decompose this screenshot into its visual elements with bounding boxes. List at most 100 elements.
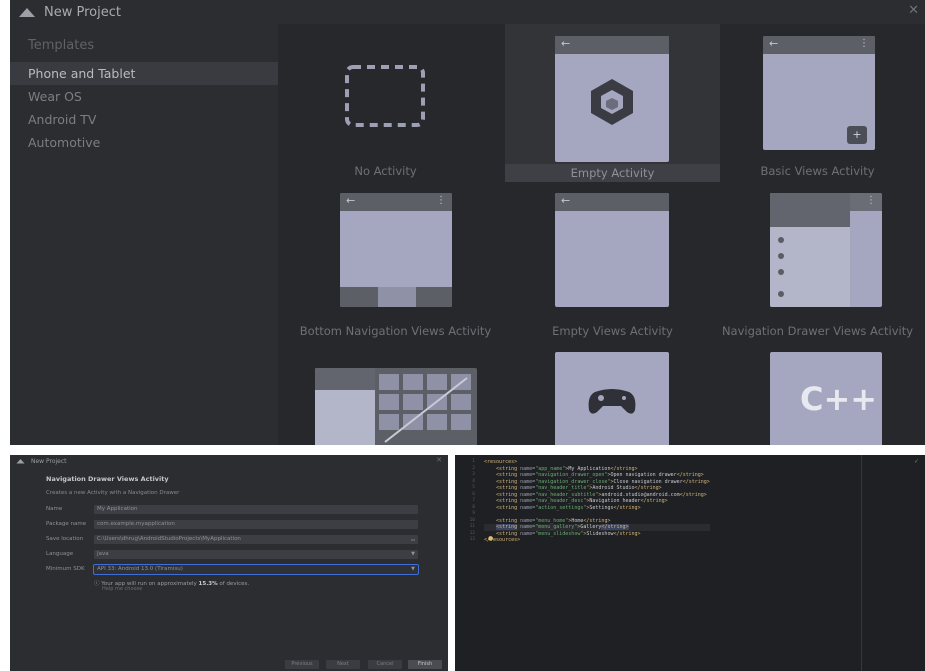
xml-tag: </string> — [613, 504, 641, 511]
xml-tag: </string> — [610, 465, 638, 472]
check-icon: ✓ — [913, 458, 919, 465]
new-project-window: New Project ✕ Templates Phone and Tablet… — [10, 0, 925, 445]
xml-tag: <string — [496, 504, 518, 511]
string-value: Settings — [589, 504, 614, 511]
right-margin-guide — [861, 455, 862, 671]
line-number: 13 — [469, 537, 475, 542]
title-bar: New Project ✕ — [10, 0, 925, 24]
dialog-description: Creates a new Activity with a Navigation… — [46, 490, 180, 496]
category-android-tv[interactable]: Android TV — [10, 108, 278, 131]
code-area[interactable]: <resources> <string name="app_name">My A… — [484, 459, 710, 544]
more-icon: ⋮ — [866, 195, 876, 206]
android-studio-icon — [16, 459, 25, 464]
category-automotive[interactable]: Automotive — [10, 131, 278, 154]
min-sdk-select[interactable]: API 33: Android 13.0 (Tiramisu) ▼ — [93, 564, 419, 575]
template-empty-activity[interactable]: ← Empty Activity — [505, 24, 720, 182]
back-arrow-icon: ← — [769, 37, 779, 50]
language-value: Java — [97, 551, 109, 557]
xml-tag: </string> — [583, 517, 611, 524]
xml-tag: <string — [496, 472, 518, 478]
category-phone-tablet[interactable]: Phone and Tablet — [10, 62, 278, 85]
tablet-preview — [315, 368, 477, 445]
xml-attr: name= — [517, 498, 536, 504]
lightbulb-icon[interactable]: ● — [488, 535, 493, 542]
phone-preview: ← ⋮ — [340, 193, 452, 307]
xml-attr-value: "nav_header_desc" — [535, 498, 587, 504]
category-wear-os[interactable]: Wear OS — [10, 85, 278, 108]
grid-expand-icon — [379, 374, 471, 443]
compose-logo-icon — [591, 79, 633, 125]
xml-attr-value: "nav_header_subtitle" — [535, 491, 599, 498]
xml-attr: name= — [517, 472, 536, 478]
folder-icon[interactable]: ▭ — [411, 536, 415, 545]
code-line: </resources> — [484, 537, 710, 544]
location-field[interactable]: C:\Users\dhrug\AndroidStudioProjects\MyA… — [94, 535, 418, 544]
xml-attr-value: "navigation_drawer_close" — [535, 478, 611, 485]
xml-tag: <string — [496, 517, 518, 524]
min-sdk-label: Minimum SDK — [46, 566, 85, 572]
close-icon[interactable]: ✕ — [436, 456, 442, 464]
close-icon[interactable]: ✕ — [908, 3, 919, 18]
gamepad-icon — [588, 389, 636, 414]
coverage-percent: 15.3% — [198, 581, 218, 587]
template-label: No Activity — [354, 164, 417, 178]
new-project-dialog: New Project ✕ Navigation Drawer Views Ac… — [10, 455, 448, 671]
template-navigation-drawer[interactable]: ⋮ Navigation Drawer Views Activity — [710, 189, 925, 344]
xml-tag: <string — [496, 465, 518, 472]
template-game-activity[interactable] — [505, 352, 720, 445]
template-label: Basic Views Activity — [760, 164, 875, 178]
xml-tag: <string — [496, 491, 518, 498]
code-editor[interactable]: 1 2 3 4 5 6 7 8 9 10 11 12 13 <resources> <string na… — [455, 455, 925, 671]
cancel-button[interactable]: Cancel — [368, 660, 402, 669]
template-grid: No Activity ← Empty Activity ← ⋮ + Basic… — [278, 24, 925, 445]
phone-preview: ⋮ — [770, 193, 882, 307]
xml-tag: <resources> — [484, 459, 518, 465]
string-value: Home — [571, 517, 584, 524]
language-select[interactable]: Java ▼ — [94, 550, 418, 559]
phone-preview: ← — [555, 193, 669, 307]
line-number-gutter: 1 2 3 4 5 6 7 8 9 10 11 12 13 — [455, 455, 479, 671]
name-field[interactable]: My Application — [94, 505, 418, 514]
language-label: Language — [46, 551, 74, 557]
back-arrow-icon: ← — [346, 194, 356, 207]
previous-button[interactable]: Previous — [285, 660, 319, 669]
string-value: Close navigation drawer — [613, 478, 683, 485]
template-responsive-views[interactable] — [288, 354, 503, 445]
string-value: Android Studio — [592, 485, 635, 491]
xml-tag: </string> — [634, 485, 662, 491]
chevron-down-icon: ▼ — [411, 566, 415, 572]
info-text-suffix: of devices. — [217, 581, 250, 587]
xml-attr-value: "app_name" — [535, 465, 566, 472]
finish-button[interactable]: Finish — [408, 660, 442, 669]
xml-attr: name= — [517, 530, 536, 537]
package-field[interactable]: com.example.myapplication — [94, 520, 418, 529]
template-native-cpp[interactable]: C++ — [710, 352, 925, 445]
dialog-title-bar: New Project ✕ — [10, 455, 448, 467]
help-me-choose-link[interactable]: Help me choose — [102, 586, 142, 592]
xml-tag: </string> — [676, 472, 704, 478]
phone-preview: ← — [555, 36, 669, 162]
template-empty-views-activity[interactable]: ← Empty Views Activity — [505, 189, 720, 344]
dialog-footer: Previous Next Cancel Finish — [10, 657, 448, 671]
xml-attr: name= — [517, 524, 536, 530]
dialog-window-title: New Project — [31, 457, 67, 465]
xml-attr: name= — [517, 465, 536, 472]
xml-tag: <string — [496, 485, 518, 491]
template-basic-views-activity[interactable]: ← ⋮ + Basic Views Activity — [710, 24, 925, 179]
xml-attr: name= — [517, 485, 536, 491]
phone-preview — [555, 352, 669, 445]
xml-attr: name= — [517, 478, 536, 485]
string-value: Slideshow — [586, 530, 614, 537]
xml-attr-value: "menu_slideshow" — [535, 530, 584, 537]
string-value: Gallery — [580, 524, 602, 530]
template-no-activity[interactable]: No Activity — [278, 24, 493, 179]
template-bottom-navigation[interactable]: ← ⋮ Bottom Navigation Views Activity — [288, 189, 503, 344]
phone-preview: C++ — [770, 352, 882, 445]
xml-tag: </string> — [682, 478, 710, 485]
xml-attr-value: "menu_home" — [535, 517, 569, 524]
xml-tag: <string — [496, 478, 518, 485]
next-button[interactable]: Next — [326, 660, 360, 669]
xml-attr-value: "menu_gallery" — [535, 524, 578, 530]
template-label: Bottom Navigation Views Activity — [299, 324, 492, 338]
xml-attr: name= — [517, 504, 536, 511]
